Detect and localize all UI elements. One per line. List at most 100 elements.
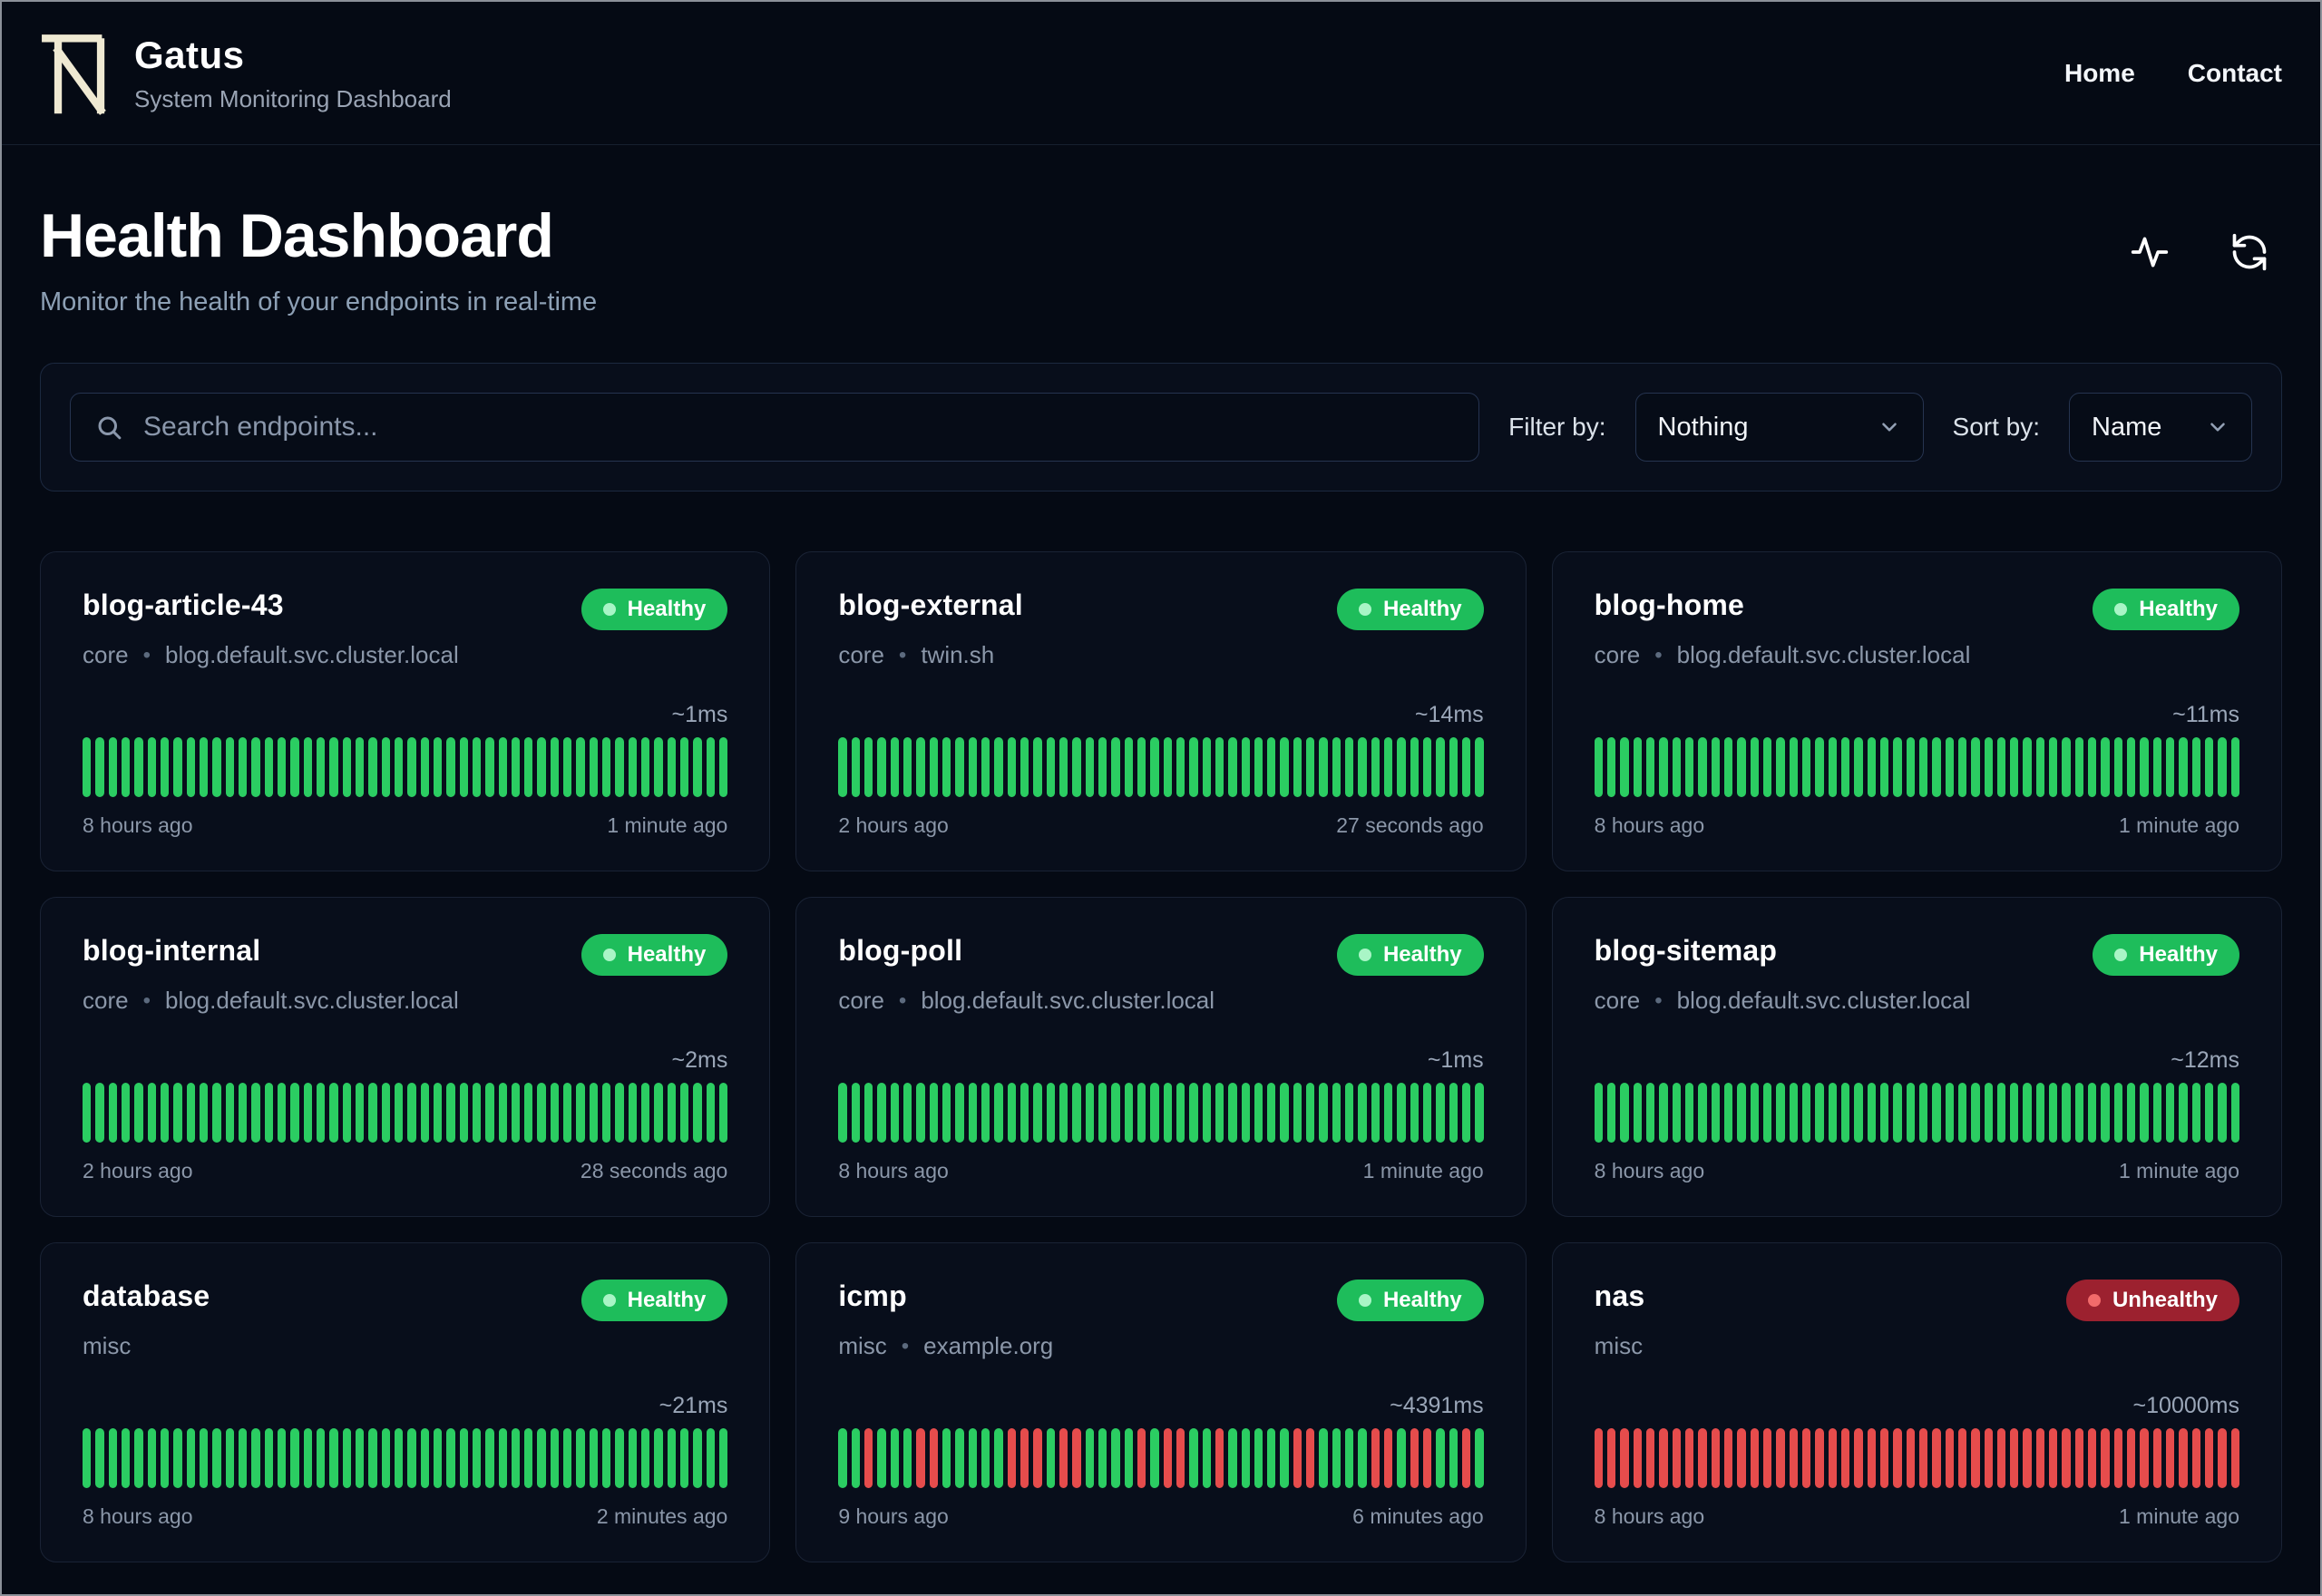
status-bar[interactable] (1945, 1428, 1954, 1489)
status-bar[interactable] (212, 1083, 221, 1143)
status-bar[interactable] (563, 1428, 572, 1489)
status-bar[interactable] (1645, 737, 1655, 798)
status-bar[interactable] (1033, 1083, 1042, 1143)
status-bar[interactable] (420, 737, 429, 798)
status-bar[interactable] (511, 1083, 521, 1143)
status-bar[interactable] (1867, 1428, 1876, 1489)
status-bar[interactable] (238, 1083, 248, 1143)
status-bar[interactable] (277, 737, 287, 798)
status-bar[interactable] (199, 737, 209, 798)
status-bar[interactable] (368, 1428, 377, 1489)
status-bar[interactable] (1098, 1083, 1107, 1143)
status-bar[interactable] (1893, 1428, 1902, 1489)
status-bar[interactable] (1449, 1428, 1459, 1489)
status-bar[interactable] (1254, 1083, 1263, 1143)
status-bar[interactable] (1280, 737, 1289, 798)
status-bar[interactable] (916, 1083, 925, 1143)
status-bar[interactable] (381, 1428, 390, 1489)
status-bar[interactable] (472, 1083, 482, 1143)
endpoint-card[interactable]: blog-sitemap Healthy core • blog.default.s… (1551, 897, 2282, 1218)
status-bar[interactable] (1475, 1428, 1484, 1489)
status-bar[interactable] (1815, 1428, 1824, 1489)
status-bar[interactable] (212, 737, 221, 798)
status-bar[interactable] (2074, 1083, 2084, 1143)
status-bar[interactable] (1645, 1428, 1655, 1489)
status-bar[interactable] (2101, 737, 2110, 798)
status-bar[interactable] (1659, 1083, 1668, 1143)
status-bar[interactable] (160, 1428, 170, 1489)
status-bar[interactable] (225, 737, 234, 798)
status-bar[interactable] (95, 1083, 104, 1143)
status-bar[interactable] (394, 1428, 404, 1489)
endpoint-card[interactable]: blog-poll Healthy core • blog.default.svc.… (795, 897, 1527, 1218)
status-bar[interactable] (368, 737, 377, 798)
status-bar[interactable] (407, 737, 416, 798)
status-bar[interactable] (1436, 737, 1445, 798)
status-bar[interactable] (615, 737, 624, 798)
status-bar[interactable] (459, 737, 468, 798)
status-bar[interactable] (2152, 1428, 2162, 1489)
status-bar[interactable] (1111, 1428, 1120, 1489)
status-bar[interactable] (1698, 1083, 1707, 1143)
status-bar[interactable] (1762, 1428, 1772, 1489)
status-bar[interactable] (550, 1083, 560, 1143)
status-bar[interactable] (433, 737, 443, 798)
status-bar[interactable] (498, 1083, 507, 1143)
status-bar[interactable] (446, 737, 455, 798)
status-bar[interactable] (134, 737, 143, 798)
status-bar[interactable] (2049, 737, 2058, 798)
status-bar[interactable] (108, 1428, 117, 1489)
status-bar[interactable] (1241, 1428, 1250, 1489)
status-bar[interactable] (277, 1428, 287, 1489)
status-bar[interactable] (1332, 1083, 1341, 1143)
status-bar[interactable] (2088, 1083, 2097, 1143)
status-bar[interactable] (1932, 1083, 1941, 1143)
status-bar[interactable] (1659, 1428, 1668, 1489)
status-bar[interactable] (2010, 1428, 2019, 1489)
status-bar[interactable] (134, 1428, 143, 1489)
status-bar[interactable] (2152, 737, 2162, 798)
status-bar[interactable] (1723, 737, 1733, 798)
status-bar[interactable] (342, 1428, 351, 1489)
status-bar[interactable] (1698, 1428, 1707, 1489)
status-bar[interactable] (2113, 1083, 2123, 1143)
status-bar[interactable] (576, 737, 585, 798)
status-bar[interactable] (1906, 737, 1915, 798)
status-bar[interactable] (537, 737, 546, 798)
status-bar[interactable] (160, 737, 170, 798)
status-bar[interactable] (693, 737, 702, 798)
status-bar[interactable] (1007, 1428, 1016, 1489)
status-bar[interactable] (851, 1428, 860, 1489)
status-bar[interactable] (1384, 737, 1393, 798)
status-bar[interactable] (706, 1083, 716, 1143)
status-bar[interactable] (719, 1083, 728, 1143)
status-bar[interactable] (485, 737, 494, 798)
status-bar[interactable] (511, 737, 521, 798)
status-bar[interactable] (941, 1428, 951, 1489)
status-bar[interactable] (1957, 1428, 1967, 1489)
status-bar[interactable] (2140, 737, 2149, 798)
status-bar[interactable] (420, 1083, 429, 1143)
status-bar[interactable] (1750, 737, 1759, 798)
status-bar[interactable] (1801, 1083, 1811, 1143)
status-bar[interactable] (95, 737, 104, 798)
status-bar[interactable] (916, 1428, 925, 1489)
status-bar[interactable] (1384, 1083, 1393, 1143)
status-bar[interactable] (2152, 1083, 2162, 1143)
status-bar[interactable] (1633, 1083, 1642, 1143)
status-bar[interactable] (1620, 1428, 1629, 1489)
status-bar[interactable] (537, 1428, 546, 1489)
status-bar[interactable] (1124, 1428, 1133, 1489)
status-bar[interactable] (1085, 1428, 1094, 1489)
status-bar[interactable] (1397, 1428, 1406, 1489)
status-bar[interactable] (303, 737, 312, 798)
status-bar[interactable] (1280, 1428, 1289, 1489)
status-bar[interactable] (329, 1428, 338, 1489)
status-bar[interactable] (1815, 1083, 1824, 1143)
status-bar[interactable] (199, 1083, 209, 1143)
status-bar[interactable] (1737, 1083, 1746, 1143)
sort-select[interactable]: Name (2069, 393, 2252, 462)
status-bar[interactable] (225, 1083, 234, 1143)
status-bar[interactable] (602, 1428, 611, 1489)
status-bar[interactable] (863, 1083, 873, 1143)
